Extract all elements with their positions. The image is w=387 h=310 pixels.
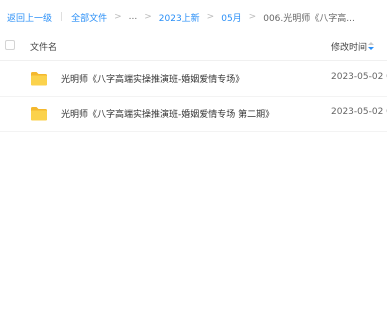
chevron-right-icon: > <box>206 12 215 22</box>
chevron-right-icon: > <box>114 12 122 22</box>
file-row[interactable]: 光明师《八字高端实操推演班-婚姻爱情专场》 2023-05-02 0 <box>0 62 387 97</box>
breadcrumb-divider: | <box>60 12 64 22</box>
column-header-modified[interactable]: 修改时间 <box>331 40 367 53</box>
folder-icon <box>31 107 47 121</box>
back-link[interactable]: 返回上一级 <box>7 11 52 24</box>
chevron-right-icon: > <box>248 12 257 22</box>
breadcrumb-05-month[interactable]: 05月 <box>221 11 241 24</box>
breadcrumb: 返回上一级 | 全部文件 > ... > 2023上新 > 05月 > 006.… <box>7 10 355 24</box>
file-modified-time: 2023-05-02 0 <box>331 107 387 117</box>
file-name[interactable]: 光明师《八字高端实操推演班-婚姻爱情专场 第二期》 <box>61 107 274 120</box>
file-list-header: 文件名 修改时间 <box>0 32 387 61</box>
file-name[interactable]: 光明师《八字高端实操推演班-婚姻爱情专场》 <box>61 72 244 85</box>
file-row[interactable]: 光明师《八字高端实操推演班-婚姻爱情专场 第二期》 2023-05-02 0 <box>0 97 387 132</box>
select-all-checkbox[interactable] <box>5 40 15 50</box>
chevron-right-icon: > <box>144 12 152 22</box>
column-header-filename[interactable]: 文件名 <box>30 40 57 53</box>
breadcrumb-current: 006.光明师《八字高... <box>263 13 355 24</box>
breadcrumb-all-files[interactable]: 全部文件 <box>71 11 107 24</box>
folder-icon <box>31 72 47 86</box>
breadcrumb-ellipsis[interactable]: ... <box>129 12 138 22</box>
breadcrumb-2023-new[interactable]: 2023上新 <box>159 11 200 24</box>
file-modified-time: 2023-05-02 0 <box>331 72 387 82</box>
sort-icon[interactable] <box>367 41 375 51</box>
